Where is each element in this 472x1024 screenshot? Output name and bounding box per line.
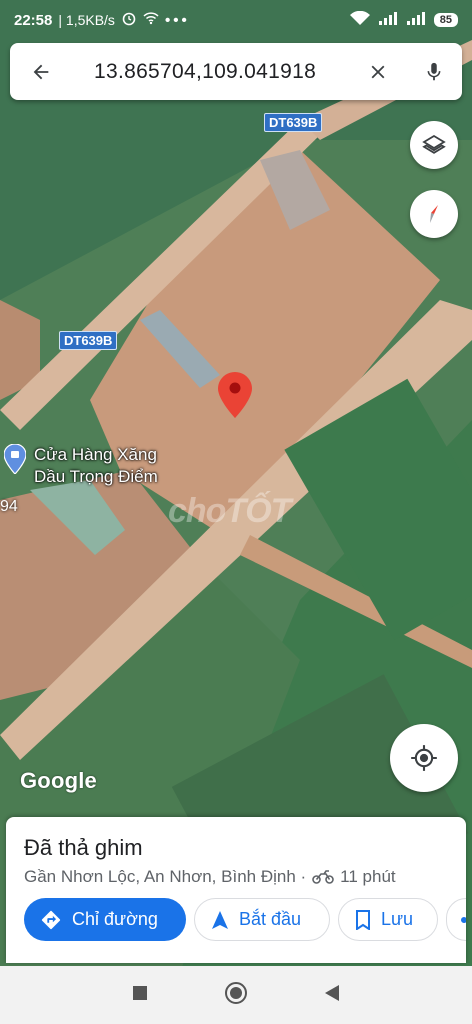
layers-button[interactable] xyxy=(410,121,458,169)
back-nav-button[interactable] xyxy=(324,984,340,1007)
close-icon xyxy=(371,65,385,78)
map-pin-icon xyxy=(218,372,252,418)
motorbike-icon xyxy=(312,870,334,884)
alarm-icon xyxy=(121,10,137,30)
start-button[interactable]: Bắt đầu xyxy=(194,898,330,941)
my-location-icon xyxy=(411,745,437,771)
battery-level: 85 xyxy=(433,13,458,27)
directions-icon xyxy=(41,910,61,929)
bookmark-icon xyxy=(356,909,370,930)
navigate-arrow-icon xyxy=(212,910,228,929)
save-button[interactable]: Lưu xyxy=(338,898,438,941)
wifi-icon xyxy=(349,10,370,30)
place-marker[interactable]: Cửa Hàng Xăng Dầu Trọng Điểm xyxy=(4,444,158,488)
google-logo: Google xyxy=(20,768,97,793)
clock: 22:58 xyxy=(14,11,53,29)
address-text: Gần Nhơn Lộc, An Nhơn, Bình Định · xyxy=(24,867,307,886)
wifi-status-icon xyxy=(143,11,159,29)
navigation-bar xyxy=(0,966,472,1024)
clear-search-button[interactable] xyxy=(350,43,406,100)
compass-icon xyxy=(430,205,438,223)
place-bottom-sheet[interactable]: Đã thả ghim Gần Nhơn Lộc, An Nhơn, Bình … xyxy=(6,817,466,963)
recents-button[interactable] xyxy=(132,985,148,1006)
search-input[interactable]: 13.865704,109.041918 xyxy=(72,60,350,84)
more-notifications-icon: ••• xyxy=(164,11,190,29)
home-button[interactable] xyxy=(224,981,248,1010)
layers-icon xyxy=(422,134,446,154)
search-bar: 13.865704,109.041918 xyxy=(10,43,462,100)
watermark: choTỐT xyxy=(168,492,291,530)
mic-icon xyxy=(427,62,441,80)
compass-button[interactable] xyxy=(410,190,458,238)
sheet-title: Đã thả ghim xyxy=(24,835,143,860)
back-button[interactable] xyxy=(10,43,72,100)
signal-4g-icon xyxy=(406,11,426,29)
voice-search-button[interactable] xyxy=(406,43,462,100)
home-icon xyxy=(225,981,247,1004)
signal-icon xyxy=(378,11,398,29)
road-label: DT639B xyxy=(264,113,323,132)
road-label: DT639B xyxy=(59,331,118,350)
directions-button[interactable]: Chỉ đường xyxy=(24,898,186,941)
my-location-button[interactable] xyxy=(390,724,458,792)
save-label: Lưu xyxy=(381,909,414,929)
shopping-pin-icon xyxy=(4,444,26,474)
status-bar: 22:58 | 1,5KB/s ••• 85 xyxy=(0,0,472,40)
place-name: Cửa Hàng Xăng Dầu Trọng Điểm xyxy=(34,445,158,486)
directions-label: Chỉ đường xyxy=(72,909,158,929)
sheet-subtitle: Gần Nhơn Lộc, An Nhơn, Bình Định · 11 ph… xyxy=(24,867,396,887)
network-speed: | 1,5KB/s xyxy=(58,12,115,28)
action-buttons: Chỉ đường Bắt đầu Lưu xyxy=(24,898,466,941)
back-arrow-icon xyxy=(33,64,49,79)
share-icon xyxy=(461,916,466,923)
travel-time: 11 phút xyxy=(340,867,396,886)
back-triangle-icon xyxy=(325,984,339,1001)
more-actions-button[interactable] xyxy=(446,898,466,941)
recents-icon xyxy=(133,985,147,1000)
start-label: Bắt đầu xyxy=(239,909,302,929)
dropped-pin[interactable] xyxy=(218,372,252,423)
map-label-partial: 94 xyxy=(0,498,18,515)
